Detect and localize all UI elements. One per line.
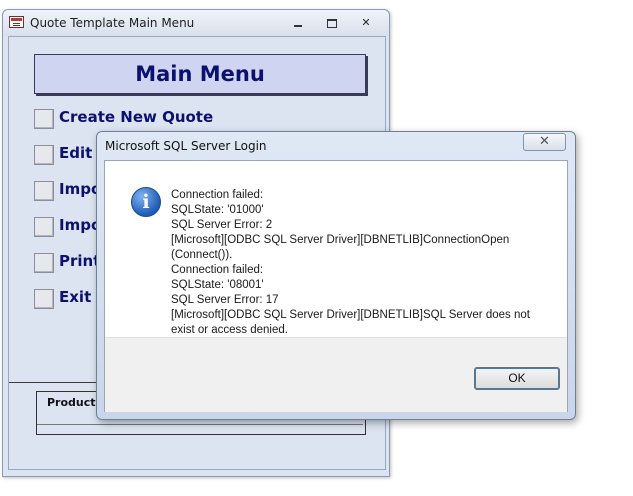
message-line: SQLState: '01000' bbox=[171, 204, 264, 216]
menu-button-square[interactable] bbox=[34, 253, 54, 273]
menu-item-label: Impo bbox=[59, 180, 102, 198]
menu-button-square[interactable] bbox=[34, 181, 54, 201]
message-line: SQLState: '08001' bbox=[171, 279, 264, 291]
message-line: SQL Server Error: 2 bbox=[171, 219, 273, 231]
access-form-icon bbox=[9, 16, 24, 28]
menu-item-label: Print bbox=[59, 252, 101, 270]
menu-button-square[interactable] bbox=[34, 145, 54, 165]
message-line: (Connect()). bbox=[171, 249, 233, 261]
menu-item-label: Impo bbox=[59, 216, 102, 234]
menu-button-square[interactable] bbox=[34, 109, 54, 129]
minimize-icon[interactable] bbox=[290, 16, 306, 30]
error-message: Connection failed: SQLState: '01000' SQL… bbox=[171, 188, 541, 338]
production-underline bbox=[37, 424, 363, 425]
dialog-title: Microsoft SQL Server Login bbox=[105, 139, 267, 153]
message-line: exist or access denied. bbox=[171, 324, 288, 336]
menu-button-square[interactable] bbox=[34, 217, 54, 237]
close-icon[interactable]: ✕ bbox=[523, 133, 566, 151]
main-menu-heading: Main Menu bbox=[34, 54, 366, 94]
dialog-content: i Connection failed: SQLState: '01000' S… bbox=[104, 160, 568, 412]
access-window-title: Quote Template Main Menu bbox=[30, 16, 195, 30]
message-line: [Microsoft][ODBC SQL Server Driver][DBNE… bbox=[171, 309, 530, 321]
message-line: Connection failed: bbox=[171, 189, 264, 201]
sql-server-login-dialog: Microsoft SQL Server Login ✕ i Connectio… bbox=[96, 131, 576, 420]
maximize-icon[interactable] bbox=[324, 16, 340, 30]
information-icon: i bbox=[131, 187, 161, 217]
close-icon[interactable]: ✕ bbox=[358, 16, 374, 30]
message-line: SQL Server Error: 17 bbox=[171, 294, 279, 306]
message-line: Connection failed: bbox=[171, 264, 264, 276]
menu-item-label: Create New Quote bbox=[59, 108, 214, 126]
ok-button[interactable]: OK bbox=[474, 367, 560, 390]
menu-button-square[interactable] bbox=[34, 289, 54, 309]
menu-item-label: Exit bbox=[59, 288, 92, 306]
access-title-bar[interactable]: Quote Template Main Menu ✕ bbox=[3, 10, 389, 36]
message-line: [Microsoft][ODBC SQL Server Driver][DBNE… bbox=[171, 234, 510, 246]
